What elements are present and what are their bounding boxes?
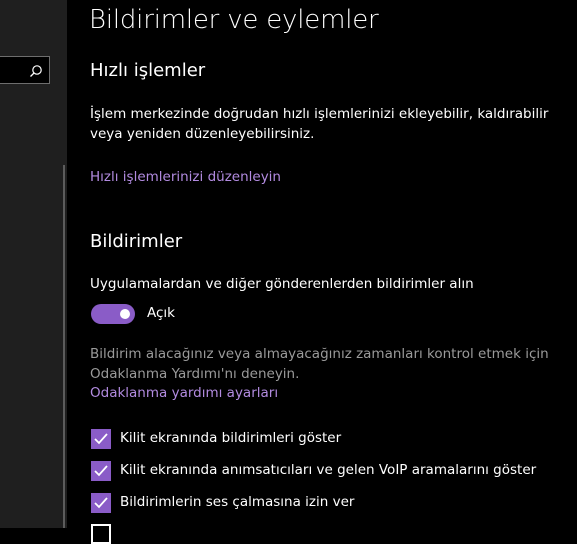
focus-assist-hint-line2: Odaklanma Yardımı'nı deneyin. [90, 366, 300, 382]
edit-quick-actions-link[interactable]: Hızlı işlemlerinizi düzenleyin [90, 169, 281, 185]
focus-assist-hint-line1: Bildirim alacağınız veya almayacağınız z… [90, 346, 549, 362]
checkmark-icon [94, 497, 108, 509]
notifications-toggle[interactable] [91, 304, 135, 324]
focus-assist-hint: Bildirim alacağınız veya almayacağınız z… [90, 344, 550, 384]
quick-actions-description: İşlem merkezinde doğrudan hızlı işlemler… [90, 104, 550, 144]
search-icon[interactable] [29, 63, 43, 77]
section-title-notifications: Bildirimler [90, 231, 183, 252]
checkbox-checked[interactable] [91, 461, 111, 481]
toggle-state-label: Açık [147, 305, 175, 321]
checkmark-icon [94, 465, 108, 477]
scrollbar[interactable] [63, 165, 65, 528]
checkbox-checked[interactable] [91, 493, 111, 513]
checkbox-label: Kilit ekranında anımsatıcıları ve gelen … [120, 462, 537, 478]
get-notifications-label: Uygulamalardan ve diğer gönderenlerden b… [90, 276, 474, 292]
main-content: Bildirimler ve eylemler Hızlı işlemler İ… [67, 0, 577, 544]
page-title: Bildirimler ve eylemler [89, 5, 379, 35]
search-input[interactable] [0, 56, 50, 84]
focus-assist-settings-link[interactable]: Odaklanma yardımı ayarları [90, 385, 278, 401]
sidebar [0, 0, 67, 528]
checkbox-label: Bildirimlerin ses çalmasına izin ver [120, 494, 355, 510]
section-title-quick-actions: Hızlı işlemler [90, 60, 206, 81]
toggle-knob [120, 309, 130, 319]
quick-actions-description-line2: veya yeniden düzenleyebilirsiniz. [90, 126, 315, 142]
checkbox-label: Kilit ekranında bildirimleri göster [120, 430, 342, 446]
quick-actions-description-line1: İşlem merkezinde doğrudan hızlı işlemler… [90, 106, 549, 122]
checkmark-icon [94, 433, 108, 445]
checkbox-checked[interactable] [91, 429, 111, 449]
checkbox-unchecked[interactable] [91, 524, 111, 544]
